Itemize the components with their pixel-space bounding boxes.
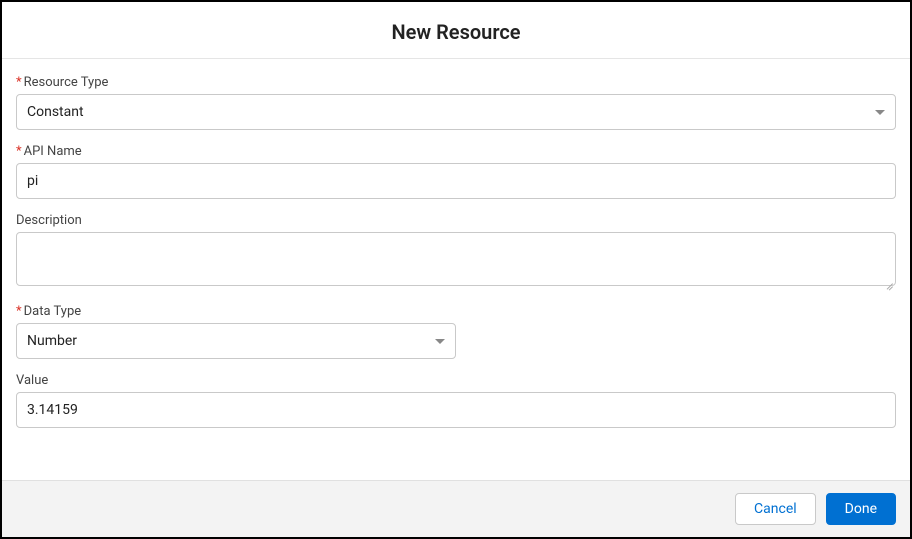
resource-type-select[interactable]: Constant [16,94,896,130]
chevron-down-icon [435,339,445,344]
resource-type-field: Resource Type Constant [16,75,896,130]
resource-type-value: Constant [27,104,84,120]
api-name-input[interactable] [16,163,896,199]
description-wrap [16,232,896,290]
chevron-down-icon [875,110,885,115]
description-field: Description [16,213,896,290]
data-type-field: Data Type Number [16,304,896,359]
description-textarea[interactable] [16,232,896,286]
resource-type-label: Resource Type [16,75,896,90]
data-type-value: Number [27,333,77,349]
dialog-header: New Resource [2,2,910,59]
data-type-label: Data Type [16,304,896,319]
data-type-select[interactable]: Number [16,323,456,359]
value-label: Value [16,373,896,388]
value-input[interactable] [16,392,896,428]
dialog-title: New Resource [2,20,910,44]
done-button[interactable]: Done [826,493,896,525]
cancel-button[interactable]: Cancel [735,493,816,525]
dialog-footer: Cancel Done [2,480,910,537]
api-name-label: API Name [16,144,896,159]
value-field: Value [16,373,896,428]
api-name-field: API Name [16,144,896,199]
description-label: Description [16,213,896,228]
form-body: Resource Type Constant API Name Descript… [2,59,910,480]
